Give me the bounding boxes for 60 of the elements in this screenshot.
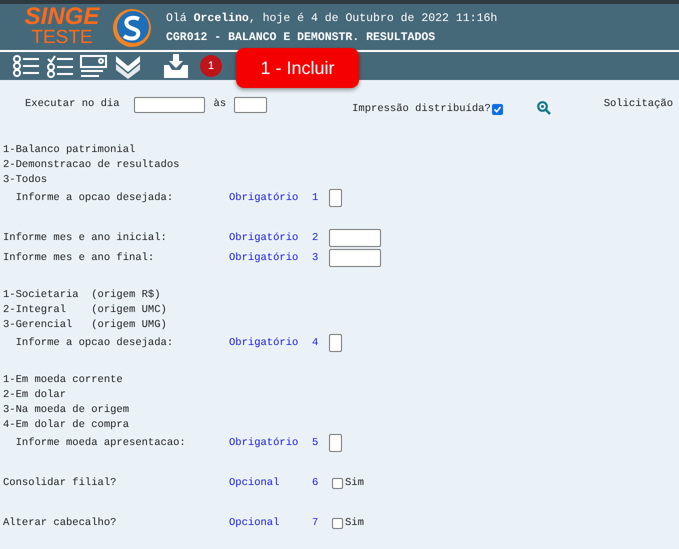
checkbox[interactable]: [332, 478, 343, 488]
run-date-label: Executar no dia: [25, 97, 120, 111]
field-number: 1: [312, 192, 320, 204]
notification-badge: 1: [200, 55, 222, 77]
checklist-icon[interactable]: [45, 53, 75, 79]
input-field[interactable]: [329, 189, 342, 207]
option-text: 3-Todos: [3, 173, 48, 188]
tooltip: 1 - Incluir: [236, 48, 359, 88]
option-text: 2-Integral (origem UMC): [3, 303, 168, 318]
logo-icon: [112, 8, 152, 48]
requirement-label: Obrigatório: [229, 232, 300, 244]
field-label: Informe mes e ano inicial:: [3, 232, 168, 244]
input-field[interactable]: [329, 229, 381, 247]
option-text: 1-Societaria (origem R$): [3, 288, 162, 303]
field-number: 2: [312, 232, 320, 244]
download-tray-icon[interactable]: [161, 53, 191, 79]
requirement-label: Opcional: [229, 517, 280, 529]
field-label: Informe mes e ano final:: [3, 252, 156, 264]
distributed-print-checkbox[interactable]: [492, 104, 503, 114]
field-label: Informe a opcao desejada:: [14, 337, 174, 349]
search-icon[interactable]: [536, 101, 551, 115]
field-number: 5: [312, 437, 320, 449]
option-text: 1-Balanco patrimonial: [3, 143, 136, 158]
list-icon[interactable]: [11, 53, 41, 79]
field-number: 6: [312, 477, 320, 489]
option-text: 1-Em moeda corrente: [3, 373, 124, 388]
double-chevron-icon[interactable]: [113, 53, 143, 79]
field-number: 7: [312, 517, 320, 529]
field-number: 3: [312, 252, 320, 264]
date-field[interactable]: [134, 97, 205, 113]
option-text: 2-Em dolar: [3, 388, 68, 403]
time-field[interactable]: [234, 97, 268, 113]
greeting-text: Olá Orcelino, hoje é 4 de Outubro de 2022 11:16h: [166, 12, 498, 25]
field-label: Informe a opcao desejada:: [14, 192, 174, 204]
option-text: 4-Em dolar de compra: [3, 418, 130, 433]
logo-text: SINGE: [24, 5, 100, 29]
option-text: 3-Gerencial (origem UMG): [3, 318, 168, 333]
time-label: às: [214, 97, 226, 111]
requirement-label: Opcional: [229, 477, 280, 489]
requirement-label: Obrigatório: [229, 437, 300, 449]
requirement-label: Obrigatório: [229, 192, 300, 204]
input-field[interactable]: [329, 249, 381, 267]
request-label: Solicitação: [604, 97, 673, 111]
requirement-label: Obrigatório: [229, 337, 300, 349]
field-label: Consolidar filial?: [3, 477, 118, 489]
distributed-print-label: Impressão distribuída?: [352, 102, 491, 116]
input-field[interactable]: [329, 434, 342, 452]
checkbox[interactable]: [332, 518, 343, 528]
input-field[interactable]: [329, 334, 342, 352]
checkbox-label: Sim: [345, 477, 364, 489]
field-label: Alterar cabecalho?: [3, 517, 118, 529]
field-number: 4: [312, 337, 320, 349]
logo-subtext: TESTE: [31, 29, 93, 47]
checkbox-label: Sim: [345, 517, 364, 529]
option-text: 2-Demonstracao de resultados: [3, 158, 180, 173]
requirement-label: Obrigatório: [229, 252, 300, 264]
option-text: 3-Na moeda de origem: [3, 403, 130, 418]
form-icon[interactable]: [79, 53, 109, 79]
program-title: CGR012 - BALANCO E DEMONSTR. RESULTADOS: [166, 31, 436, 44]
field-label: Informe moeda apresentacao:: [14, 437, 187, 449]
